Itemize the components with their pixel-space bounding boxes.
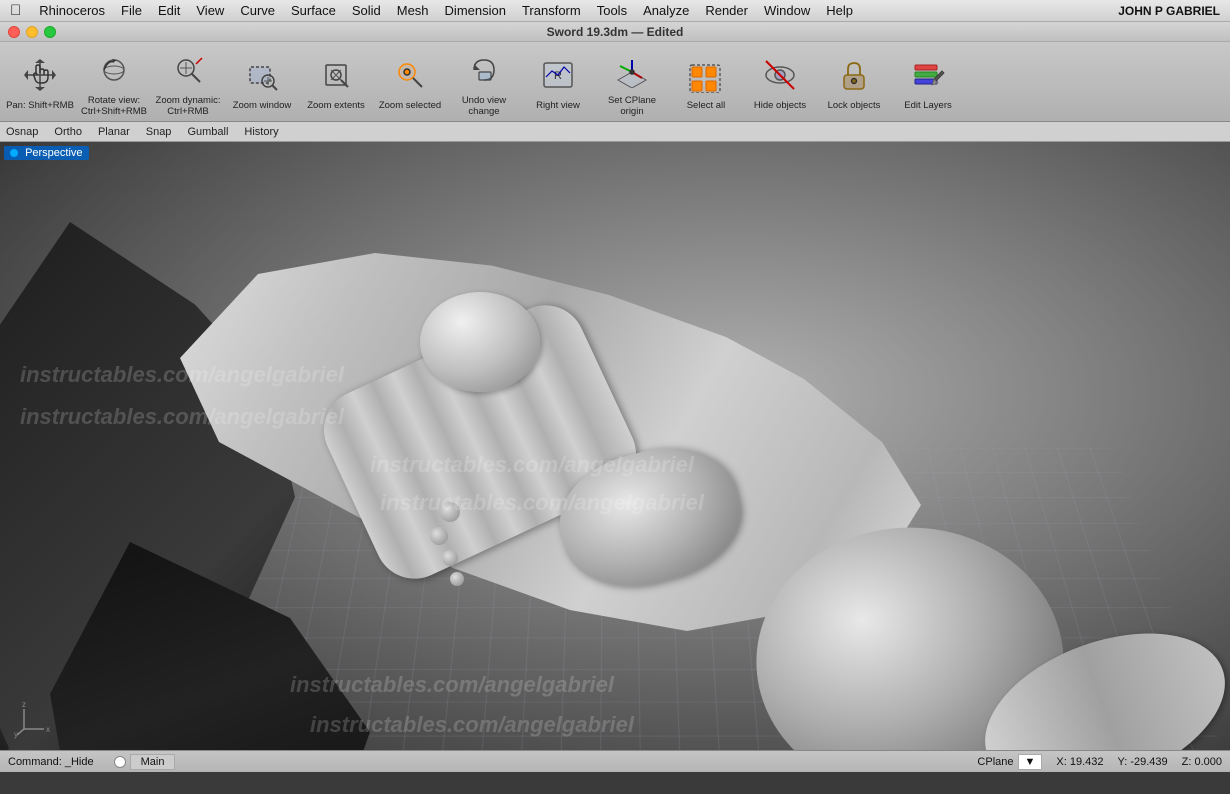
select-all-label: Select all xyxy=(687,100,726,111)
lock-objects-tool[interactable]: Lock objects xyxy=(818,44,890,120)
status-main-label: Main xyxy=(130,754,176,770)
history-toggle[interactable]: History xyxy=(244,126,278,138)
menu-view[interactable]: View xyxy=(188,2,232,19)
bead-2 xyxy=(430,527,448,545)
zoom-dynamic-tool[interactable]: Zoom dynamic: Ctrl+RMB xyxy=(152,44,224,120)
status-coords: CPlane ▼ X: 19.432 Y: -29.439 Z: 0.000 xyxy=(977,754,1222,770)
zoom-selected-icon xyxy=(388,53,432,97)
cplane-label: CPlane xyxy=(977,756,1013,768)
zoom-dynamic-label: Zoom dynamic: Ctrl+RMB xyxy=(154,95,222,118)
menu-transform[interactable]: Transform xyxy=(514,2,589,19)
set-cplane-label: Set CPlane origin xyxy=(598,95,666,118)
undo-view-label: Undo view change xyxy=(450,95,518,118)
hide-objects-label: Hide objects xyxy=(754,100,806,111)
snapbar: Osnap Ortho Planar Snap Gumball History xyxy=(0,122,1230,142)
pan-label: Pan: Shift+RMB xyxy=(6,100,74,111)
svg-text:y: y xyxy=(14,730,18,739)
sword-model xyxy=(0,142,1230,772)
command-text: Command: _Hide xyxy=(8,756,114,768)
pan-icon xyxy=(18,53,62,97)
menu-curve[interactable]: Curve xyxy=(232,2,283,19)
traffic-lights xyxy=(8,26,56,38)
rotate-view-tool[interactable]: Rotate view: Ctrl+Shift+RMB xyxy=(78,44,150,120)
menu-dimension[interactable]: Dimension xyxy=(437,2,514,19)
svg-text:z: z xyxy=(22,700,26,709)
titlebar: Sword 19.3dm — Edited xyxy=(0,22,1230,42)
planar-toggle[interactable]: Planar xyxy=(98,126,130,138)
menu-solid[interactable]: Solid xyxy=(344,2,389,19)
right-view-label: Right view xyxy=(536,100,580,111)
apple-menu[interactable]:  xyxy=(0,2,31,19)
sword-knob xyxy=(420,292,540,392)
edit-layers-icon xyxy=(906,53,950,97)
zoom-window-label: Zoom window xyxy=(233,100,292,111)
viewport[interactable]: Perspective instructables.com/angelgabri… xyxy=(0,142,1230,772)
cplane-dropdown[interactable]: ▼ xyxy=(1018,754,1043,770)
menu-file[interactable]: File xyxy=(113,2,150,19)
zoom-window-icon xyxy=(240,53,284,97)
menu-help[interactable]: Help xyxy=(818,2,861,19)
close-button[interactable] xyxy=(8,26,20,38)
zoom-extents-tool[interactable]: Zoom extents xyxy=(300,44,372,120)
bead-3 xyxy=(442,550,458,566)
rotate-view-icon xyxy=(92,48,136,92)
svg-text:x: x xyxy=(46,725,50,734)
menu-analyze[interactable]: Analyze xyxy=(635,2,697,19)
bead-4 xyxy=(450,572,464,586)
undo-view-tool[interactable]: Undo view change xyxy=(448,44,520,120)
menu-edit[interactable]: Edit xyxy=(150,2,188,19)
toolbar: Pan: Shift+RMB Rotate view: Ctrl+Shift+R… xyxy=(0,42,1230,122)
menu-rhinoceros[interactable]: Rhinoceros xyxy=(31,2,113,19)
pan-tool[interactable]: Pan: Shift+RMB xyxy=(4,44,76,120)
right-view-tool[interactable]: R Right view xyxy=(522,44,594,120)
menu-mesh[interactable]: Mesh xyxy=(389,2,437,19)
minimize-button[interactable] xyxy=(26,26,38,38)
maximize-button[interactable] xyxy=(44,26,56,38)
x-coord: X: 19.432 xyxy=(1056,756,1103,768)
status-input-area: Main xyxy=(114,754,176,770)
statusbar: Command: _Hide Main CPlane ▼ X: 19.432 Y… xyxy=(0,750,1230,772)
z-coord: Z: 0.000 xyxy=(1182,756,1222,768)
set-cplane-tool[interactable]: Set CPlane origin xyxy=(596,44,668,120)
y-coord: Y: -29.439 xyxy=(1117,756,1167,768)
zoom-extents-label: Zoom extents xyxy=(307,100,365,111)
select-all-tool[interactable]: Select all xyxy=(670,44,742,120)
right-view-icon: R xyxy=(536,53,580,97)
axis-indicator: x z y xyxy=(14,699,54,742)
menu-window[interactable]: Window xyxy=(756,2,818,19)
zoom-selected-label: Zoom selected xyxy=(379,100,441,111)
cplane-control[interactable]: CPlane ▼ xyxy=(977,754,1042,770)
gumball-toggle[interactable]: Gumball xyxy=(187,126,228,138)
user-name: JOHN P GABRIEL xyxy=(1118,4,1230,18)
menu-render[interactable]: Render xyxy=(697,2,756,19)
rotate-view-label: Rotate view: Ctrl+Shift+RMB xyxy=(80,95,148,118)
bead-1 xyxy=(440,502,460,522)
zoom-selected-tool[interactable]: Zoom selected xyxy=(374,44,446,120)
zoom-window-tool[interactable]: Zoom window xyxy=(226,44,298,120)
hide-objects-tool[interactable]: Hide objects xyxy=(744,44,816,120)
select-all-icon xyxy=(684,53,728,97)
edit-layers-label: Edit Layers xyxy=(904,100,952,111)
lock-objects-icon xyxy=(832,53,876,97)
menubar:  Rhinoceros File Edit View Curve Surfac… xyxy=(0,0,1230,22)
menu-tools[interactable]: Tools xyxy=(589,2,635,19)
lock-objects-label: Lock objects xyxy=(828,100,881,111)
ortho-toggle[interactable]: Ortho xyxy=(54,126,82,138)
status-indicator xyxy=(114,756,126,768)
set-cplane-icon xyxy=(610,48,654,92)
menu-surface[interactable]: Surface xyxy=(283,2,344,19)
viewport-label: Perspective xyxy=(4,146,89,160)
edit-layers-tool[interactable]: Edit Layers xyxy=(892,44,964,120)
undo-view-icon xyxy=(462,48,506,92)
window-title: Sword 19.3dm — Edited xyxy=(547,25,684,39)
zoom-extents-icon xyxy=(314,53,358,97)
zoom-dynamic-icon xyxy=(166,48,210,92)
osnap-toggle[interactable]: Osnap xyxy=(6,126,38,138)
snap-toggle[interactable]: Snap xyxy=(146,126,172,138)
hide-objects-icon xyxy=(758,53,802,97)
